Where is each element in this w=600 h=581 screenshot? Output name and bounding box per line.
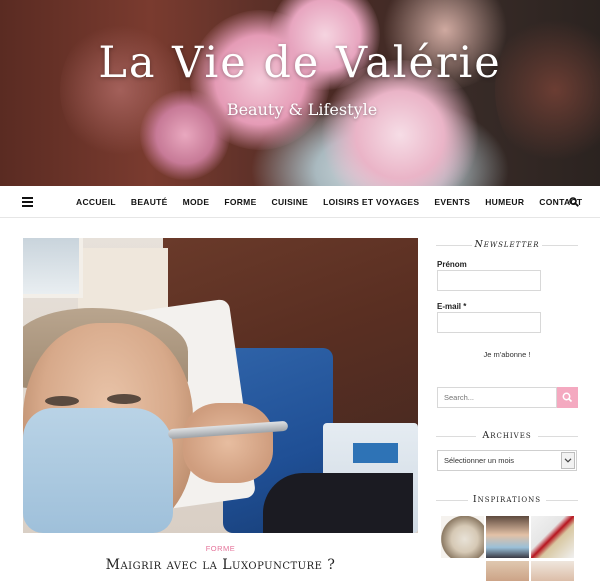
- firstname-label: Prénom: [437, 260, 467, 269]
- archives-select[interactable]: Sélectionner un mois: [437, 450, 577, 471]
- archives-title-text: Archives: [482, 430, 532, 441]
- header-banner: La Vie de Valérie Beauty & Lifestyle: [0, 0, 600, 186]
- inspiration-thumbnail[interactable]: [486, 561, 529, 581]
- inspiration-thumbnail[interactable]: [531, 561, 574, 581]
- email-field[interactable]: [437, 312, 541, 333]
- subscribe-button[interactable]: Je m'abonne !: [437, 350, 577, 359]
- image-eye: [107, 394, 141, 404]
- nav-item-events[interactable]: EVENTS: [434, 197, 470, 207]
- nav-menu: ACCUEIL BEAUTÉ MODE FORME CUISINE LOISIR…: [76, 186, 597, 218]
- newsletter-widget-title: Newsletter: [436, 239, 578, 250]
- post-featured-image[interactable]: [23, 238, 418, 533]
- inspiration-thumbnail[interactable]: [486, 516, 529, 558]
- image-device-screen: [353, 443, 398, 463]
- sidebar-search-button[interactable]: [557, 387, 578, 408]
- search-icon: [562, 392, 573, 403]
- nav-item-beaute[interactable]: BEAUTÉ: [131, 197, 168, 207]
- newsletter-title-text: Newsletter: [474, 239, 540, 250]
- nav-item-loisirs-et-voyages[interactable]: LOISIRS ET VOYAGES: [323, 197, 419, 207]
- post-title[interactable]: Maigrir avec la Luxopuncture ?: [23, 557, 418, 573]
- post-category[interactable]: FORME: [23, 544, 418, 553]
- image-window: [23, 238, 83, 298]
- nav-item-forme[interactable]: FORME: [224, 197, 256, 207]
- nav-item-cuisine[interactable]: CUISINE: [272, 197, 309, 207]
- banner-decoration: [495, 10, 600, 170]
- firstname-field[interactable]: [437, 270, 541, 291]
- inspirations-title-text: Inspirations: [472, 494, 542, 505]
- main-navigation: ACCUEIL BEAUTÉ MODE FORME CUISINE LOISIR…: [0, 186, 600, 218]
- image-eye: [45, 396, 79, 406]
- site-title[interactable]: La Vie de Valérie: [0, 38, 600, 88]
- nav-item-mode[interactable]: MODE: [183, 197, 210, 207]
- nav-item-humeur[interactable]: HUMEUR: [485, 197, 524, 207]
- inspirations-widget-title: Inspirations: [436, 494, 578, 505]
- email-label: E-mail *: [437, 302, 467, 311]
- nav-item-accueil[interactable]: ACCUEIL: [76, 197, 116, 207]
- archives-selected-value: Sélectionner un mois: [444, 456, 515, 465]
- sidebar-search-input[interactable]: [437, 387, 557, 408]
- image-hand: [183, 403, 273, 483]
- image-sleeve: [263, 473, 413, 533]
- search-icon[interactable]: [569, 197, 579, 207]
- site-tagline: Beauty & Lifestyle: [226, 100, 378, 119]
- hamburger-icon[interactable]: [22, 197, 33, 207]
- archives-widget-title: Archives: [436, 430, 578, 441]
- inspiration-thumbnail[interactable]: [531, 516, 574, 558]
- chevron-down-icon: [561, 452, 575, 469]
- image-mask: [23, 408, 173, 533]
- inspiration-thumbnail[interactable]: [441, 516, 484, 558]
